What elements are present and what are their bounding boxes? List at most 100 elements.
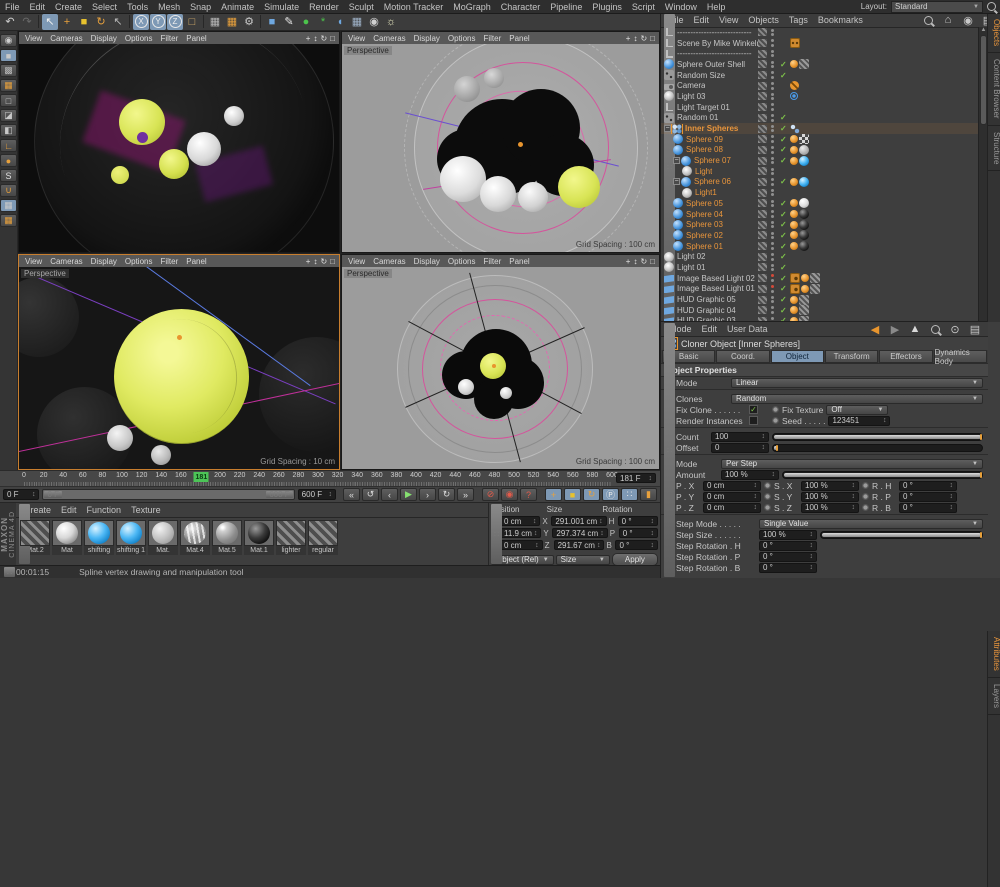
render-visibility-dot[interactable]	[771, 33, 774, 36]
rotation-field-p[interactable]: 0 °↕	[619, 528, 658, 538]
editor-visibility-dot[interactable]	[771, 50, 774, 53]
transform-field-s-x[interactable]: 100 %↕	[801, 481, 859, 491]
mat-dark-tag-icon[interactable]	[799, 230, 809, 240]
editor-visibility-dot[interactable]	[771, 242, 774, 245]
menu-create[interactable]: Create	[50, 2, 87, 12]
render-visibility-dot[interactable]	[771, 215, 774, 218]
phong-tag-icon[interactable]	[790, 135, 798, 143]
frame-ruler[interactable]: 181 020406080100120140160180200220240260…	[24, 471, 612, 487]
visibility-dots[interactable]	[771, 242, 774, 250]
viewport-menu-display[interactable]: Display	[410, 34, 444, 43]
object-row-light-01[interactable]: Light 01✓	[661, 262, 979, 273]
viewport-canvas[interactable]: Perspective Grid Spacing : 100 cm	[342, 267, 659, 469]
transform-field-s-y[interactable]: 100 %↕	[801, 492, 859, 502]
model-mode-icon[interactable]: ■	[0, 49, 17, 62]
object-row-light[interactable]: Light	[661, 166, 979, 177]
object-row-sphere-06[interactable]: −Sphere 06✓	[661, 177, 979, 188]
animation-dot-icon[interactable]	[862, 504, 869, 511]
editor-visibility-dot[interactable]	[771, 103, 774, 106]
subdivision-surface-icon[interactable]: ●	[298, 14, 314, 30]
visibility-dots[interactable]	[771, 135, 774, 143]
viewport-top-middle[interactable]: ViewCamerasDisplayOptionsFilterPanel +↕↻…	[341, 31, 660, 253]
step-size-slider[interactable]	[820, 531, 983, 539]
target-tag-icon[interactable]	[790, 92, 798, 100]
material-item-mat[interactable]: Mat	[52, 520, 82, 555]
spinner-icon[interactable]: ↕	[808, 564, 814, 571]
viewport-rotate-icon[interactable]: ↻	[640, 34, 647, 43]
visibility-dots[interactable]	[771, 285, 774, 293]
spinner-icon[interactable]: ↕	[647, 475, 653, 482]
goto-start-button[interactable]: «	[343, 488, 360, 501]
render-visibility-dot[interactable]	[771, 108, 774, 111]
offset-field[interactable]: 0 ↕	[711, 443, 769, 453]
editor-visibility-dot[interactable]	[771, 168, 774, 171]
viewport-bottom-left-active[interactable]: ViewCamerasDisplayOptionsFilterPanel +↕↻…	[18, 254, 340, 470]
protect-tag-icon[interactable]	[790, 81, 799, 90]
position-field-x[interactable]: 0 cm↕	[500, 516, 540, 526]
timeline-ruler[interactable]: 181 020406080100120140160180200220240260…	[0, 470, 660, 486]
spinner-icon[interactable]: ↕	[760, 433, 766, 440]
editor-visibility-dot[interactable]	[771, 253, 774, 256]
animation-dot-icon[interactable]	[862, 493, 869, 500]
camera-object-icon[interactable]: ◉	[366, 14, 382, 30]
viewport-menu-panel[interactable]: Panel	[182, 257, 210, 266]
phong-tag-icon[interactable]	[790, 157, 798, 165]
step-field[interactable]: 0 °↕	[759, 552, 817, 562]
object-row-sphere-08[interactable]: Sphere 08✓	[661, 145, 979, 156]
viewport-maximize-icon[interactable]: □	[330, 257, 335, 266]
editor-visibility-dot[interactable]	[771, 178, 774, 181]
tex-tag-icon[interactable]	[799, 316, 809, 321]
layer-color-chip[interactable]	[758, 210, 767, 218]
visibility-dots[interactable]	[771, 71, 774, 79]
goto-end-button[interactable]: »	[457, 488, 474, 501]
enabled-check-icon[interactable]: ✓	[780, 113, 787, 122]
live-selection-icon[interactable]: ↖	[42, 14, 58, 30]
mat-gray-tag-icon[interactable]	[799, 145, 809, 155]
visibility-dots[interactable]	[771, 221, 774, 229]
phong-tag-icon[interactable]	[790, 199, 798, 207]
transform-field-r-p[interactable]: 0 °↕	[899, 492, 957, 502]
object-row-sphere-07[interactable]: −Sphere 07✓	[661, 155, 979, 166]
layer-color-chip[interactable]	[758, 125, 767, 133]
render-visibility-dot[interactable]	[771, 172, 774, 175]
tex-tag-icon[interactable]	[799, 295, 809, 305]
mat-dark-tag-icon[interactable]	[799, 209, 809, 219]
object-row-sphere-02[interactable]: Sphere 02✓	[661, 230, 979, 241]
om-link-icon[interactable]: ◉	[960, 12, 976, 28]
viewport-menu-options[interactable]: Options	[121, 257, 157, 266]
viewport-menu-cameras[interactable]: Cameras	[369, 34, 409, 43]
layer-color-chip[interactable]	[758, 306, 767, 314]
render-visibility-dot[interactable]	[771, 193, 774, 196]
viewport-menu-panel[interactable]: Panel	[182, 34, 210, 43]
enabled-check-icon[interactable]: ✓	[780, 284, 787, 293]
om-menu-tags[interactable]: Tags	[784, 15, 813, 25]
render-visibility-dot[interactable]	[771, 44, 774, 47]
enabled-check-icon[interactable]: ✓	[780, 71, 787, 80]
y-axis-lock-icon[interactable]: Y	[150, 14, 166, 30]
visibility-dots[interactable]	[771, 317, 774, 321]
workplane-lock-icon[interactable]: ▦	[0, 199, 17, 212]
iteration-mode-dropdown[interactable]: Per Step ▼	[721, 459, 983, 469]
animation-dot-icon[interactable]	[772, 406, 779, 413]
render-instances-checkbox[interactable]	[749, 416, 758, 425]
enabled-check-icon[interactable]: ✓	[780, 252, 787, 261]
spinner-icon[interactable]: ↕	[808, 542, 814, 549]
am-menu-user-data[interactable]: User Data	[722, 324, 773, 334]
phong-tag-icon[interactable]	[790, 306, 798, 314]
spinner-icon[interactable]: ↕	[597, 518, 603, 525]
editor-visibility-dot[interactable]	[771, 317, 774, 320]
viewport-pan-icon[interactable]: +	[306, 257, 311, 266]
render-to-picture-viewer-icon[interactable]: ▦	[224, 14, 240, 30]
editor-visibility-dot[interactable]	[771, 264, 774, 267]
object-row-sphere-01[interactable]: Sphere 01✓	[661, 241, 979, 252]
object-row-image-based-light-01[interactable]: Image Based Light 01✓	[661, 284, 979, 295]
visibility-dots[interactable]	[771, 306, 774, 314]
enabled-check-icon[interactable]: ✓	[780, 199, 787, 208]
spinner-icon[interactable]: ↕	[850, 504, 856, 511]
editor-visibility-dot[interactable]	[771, 39, 774, 42]
film-tag-icon[interactable]	[790, 38, 800, 48]
render-visibility-dot[interactable]	[771, 65, 774, 68]
size-field-x[interactable]: 291.001 cm↕	[551, 516, 606, 526]
object-row-random-size[interactable]: Random Size✓	[661, 70, 979, 81]
viewport-maximize-icon[interactable]: □	[650, 257, 655, 266]
